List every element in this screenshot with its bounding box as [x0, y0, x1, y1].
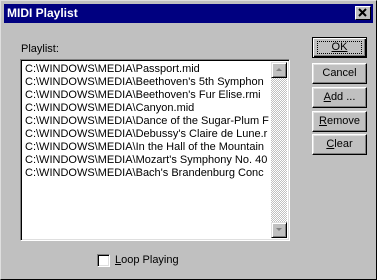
- window-title: MIDI Playlist: [7, 6, 78, 20]
- scroll-up-button[interactable]: [271, 62, 287, 78]
- list-item[interactable]: C:\WINDOWS\MEDIA\Beethoven's Fur Elise.r…: [24, 89, 271, 102]
- list-item[interactable]: C:\WINDOWS\MEDIA\Debussy's Claire de Lun…: [24, 128, 271, 141]
- ok-button[interactable]: OK: [312, 37, 367, 58]
- clear-button[interactable]: Clear: [312, 134, 367, 155]
- loop-playing-text: oop Playing: [121, 254, 179, 266]
- close-icon: [358, 8, 367, 17]
- list-item[interactable]: C:\WINDOWS\MEDIA\Dance of the Sugar-Plum…: [24, 115, 271, 128]
- remove-button-mnemonic: R: [319, 115, 327, 127]
- midi-playlist-dialog: MIDI Playlist Playlist: C:\WINDOWS\MEDIA…: [0, 0, 377, 280]
- playlist-label: Playlist:: [21, 43, 59, 55]
- loop-playing-label[interactable]: Loop Playing: [115, 254, 179, 267]
- add-button-label: dd ...: [330, 91, 356, 103]
- add-button-mnemonic: A: [323, 91, 331, 103]
- list-item[interactable]: C:\WINDOWS\MEDIA\Beethoven's 5th Symphon: [24, 76, 271, 89]
- list-item[interactable]: C:\WINDOWS\MEDIA\Canyon.mid: [24, 102, 271, 115]
- close-button[interactable]: [355, 6, 371, 20]
- list-item[interactable]: C:\WINDOWS\MEDIA\Mozart's Symphony No. 4…: [24, 154, 271, 167]
- title-bar[interactable]: MIDI Playlist: [4, 4, 373, 23]
- arrow-down-icon: [276, 228, 282, 231]
- cancel-button[interactable]: Cancel: [312, 63, 367, 84]
- loop-playing-checkbox[interactable]: [97, 254, 110, 267]
- arrow-up-icon: [276, 68, 282, 71]
- list-item[interactable]: C:\WINDOWS\MEDIA\In the Hall of the Moun…: [24, 141, 271, 154]
- remove-button[interactable]: Remove: [312, 111, 367, 132]
- scroll-down-button[interactable]: [271, 222, 287, 238]
- playlist-listbox[interactable]: C:\WINDOWS\MEDIA\Passport.mid C:\WINDOWS…: [20, 59, 290, 241]
- playlist-items: C:\WINDOWS\MEDIA\Passport.mid C:\WINDOWS…: [24, 63, 271, 237]
- ok-button-label: OK: [331, 41, 348, 53]
- list-item[interactable]: C:\WINDOWS\MEDIA\Bach's Brandenburg Conc: [24, 167, 271, 180]
- vertical-scrollbar[interactable]: [271, 62, 287, 238]
- cancel-button-label: Cancel: [322, 67, 357, 79]
- add-button[interactable]: Add ...: [312, 87, 367, 108]
- remove-button-label: emove: [326, 115, 360, 127]
- list-item[interactable]: C:\WINDOWS\MEDIA\Passport.mid: [24, 63, 271, 76]
- clear-button-label: lear: [334, 138, 353, 150]
